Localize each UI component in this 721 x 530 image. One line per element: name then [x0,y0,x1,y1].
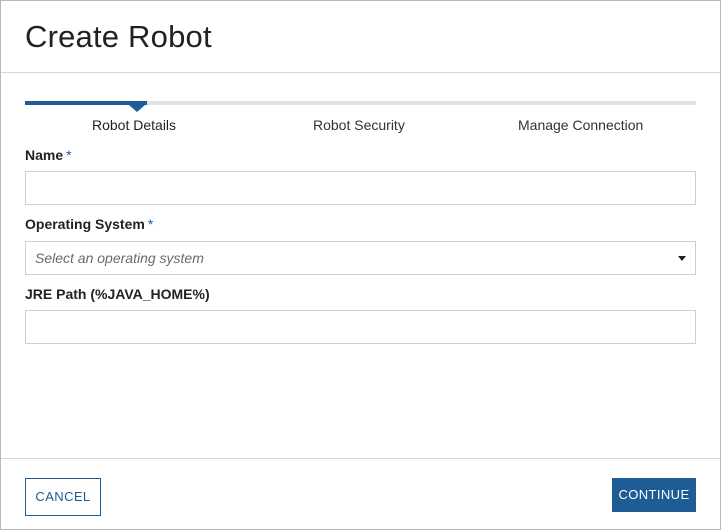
name-input[interactable] [25,171,696,205]
cancel-button[interactable]: CANCEL [25,478,101,516]
step-robot-details[interactable]: Robot Details [92,117,176,133]
dialog-title: Create Robot [25,19,212,54]
name-label: Name * [25,147,72,163]
operating-system-placeholder: Select an operating system [35,250,204,266]
active-step-caret-icon [129,105,145,112]
operating-system-label-text: Operating System [25,216,145,232]
operating-system-select[interactable]: Select an operating system [25,241,696,275]
wizard-stepper: Robot Details Robot Security Manage Conn… [25,101,696,137]
jre-path-input[interactable] [25,310,696,344]
create-robot-dialog: Create Robot Robot Details Robot Securit… [0,0,721,530]
operating-system-required-marker: * [147,216,154,232]
continue-button[interactable]: CONTINUE [612,478,696,512]
operating-system-label: Operating System * [25,216,153,232]
step-manage-connection[interactable]: Manage Connection [518,117,643,133]
dialog-header: Create Robot [1,1,720,73]
step-robot-security[interactable]: Robot Security [313,117,405,133]
caret-down-icon [678,256,686,261]
jre-path-label: JRE Path (%JAVA_HOME%) [25,286,210,302]
name-label-text: Name [25,147,64,163]
dialog-footer: CANCEL CONTINUE [1,458,720,530]
name-required-marker: * [66,147,72,163]
